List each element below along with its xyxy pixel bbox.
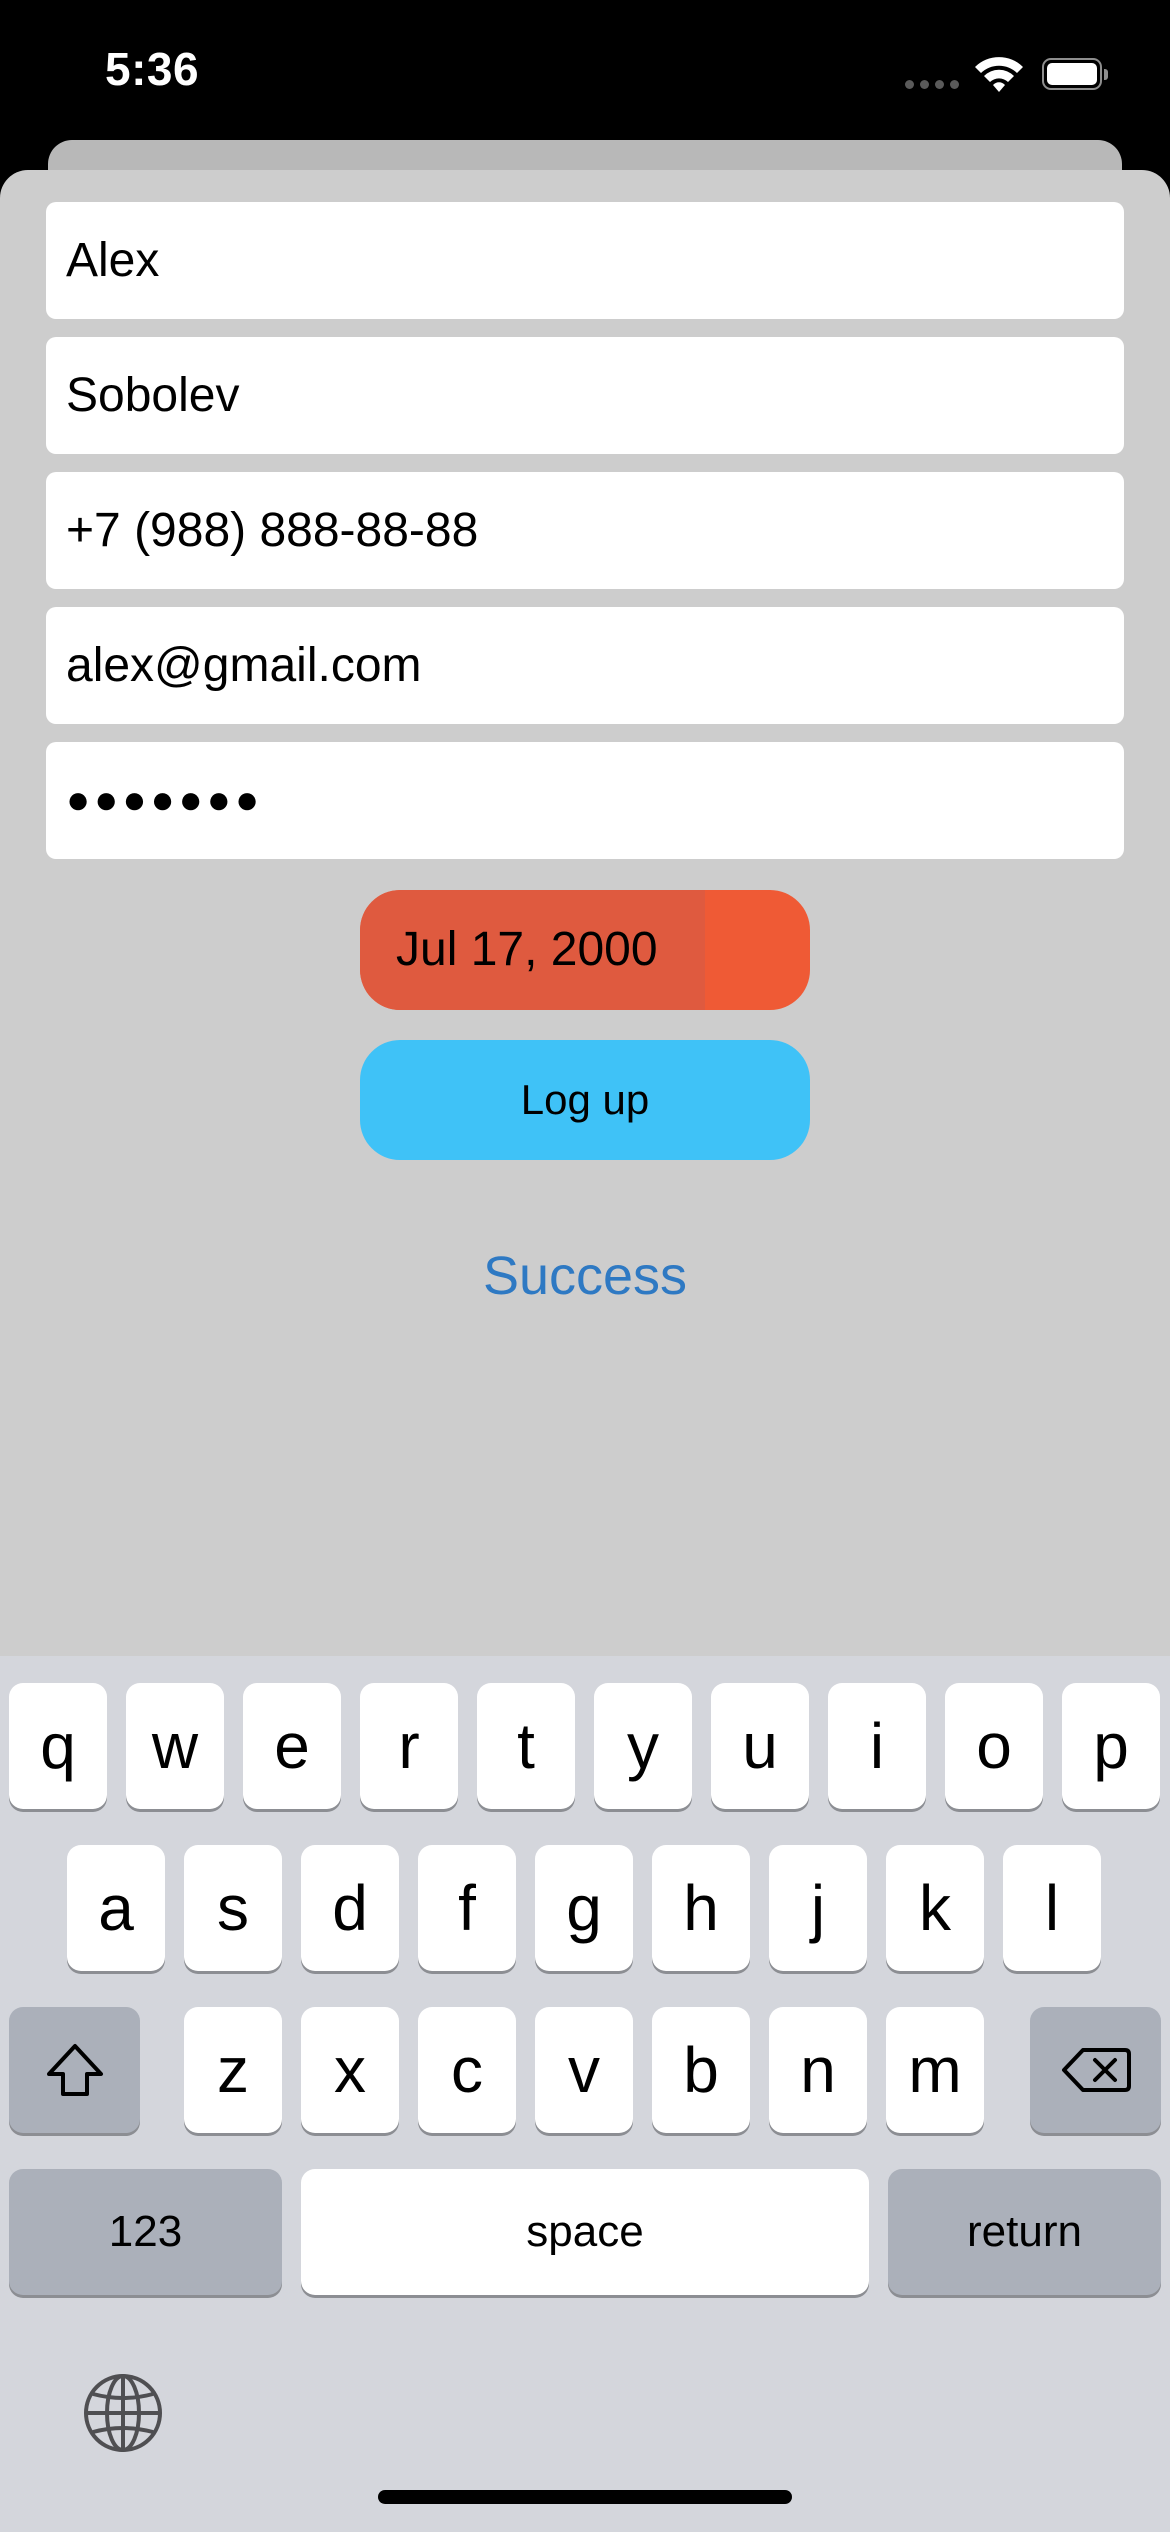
cellular-signal-icon bbox=[905, 80, 959, 90]
first-name-field[interactable]: Alex bbox=[46, 202, 1124, 319]
globe-icon[interactable] bbox=[82, 2372, 164, 2454]
battery-icon bbox=[1042, 58, 1112, 92]
key-c[interactable]: c bbox=[418, 2007, 516, 2133]
key-d[interactable]: d bbox=[301, 1845, 399, 1971]
key-y[interactable]: y bbox=[594, 1683, 692, 1809]
key-q[interactable]: q bbox=[9, 1683, 107, 1809]
key-k[interactable]: k bbox=[886, 1845, 984, 1971]
key-r[interactable]: r bbox=[360, 1683, 458, 1809]
key-s[interactable]: s bbox=[184, 1845, 282, 1971]
key-h[interactable]: h bbox=[652, 1845, 750, 1971]
wifi-icon bbox=[973, 54, 1025, 94]
home-indicator bbox=[378, 2490, 792, 2504]
key-b[interactable]: b bbox=[652, 2007, 750, 2133]
delete-icon bbox=[1061, 2046, 1131, 2094]
last-name-field[interactable]: Sobolev bbox=[46, 337, 1124, 454]
key-g[interactable]: g bbox=[535, 1845, 633, 1971]
key-f[interactable]: f bbox=[418, 1845, 516, 1971]
status-message: Success bbox=[482, 1246, 688, 1306]
space-key[interactable]: space bbox=[301, 2169, 869, 2295]
password-field[interactable]: ●●●●●●● bbox=[46, 742, 1124, 859]
delete-key[interactable] bbox=[1030, 2007, 1161, 2133]
date-picker-label: Jul 17, 2000 bbox=[396, 923, 658, 976]
key-p[interactable]: p bbox=[1062, 1683, 1160, 1809]
key-w[interactable]: w bbox=[126, 1683, 224, 1809]
log-up-button[interactable]: Log up bbox=[360, 1040, 810, 1160]
phone-field[interactable]: +7 (988) 888-88-88 bbox=[46, 472, 1124, 589]
numbers-key[interactable]: 123 bbox=[9, 2169, 282, 2295]
email-field[interactable]: alex@gmail.com bbox=[46, 607, 1124, 724]
shift-icon bbox=[45, 2042, 105, 2098]
return-key[interactable]: return bbox=[888, 2169, 1161, 2295]
key-t[interactable]: t bbox=[477, 1683, 575, 1809]
key-o[interactable]: o bbox=[945, 1683, 1043, 1809]
birth-date-picker[interactable]: Jul 17, 2000 bbox=[360, 890, 810, 1010]
key-x[interactable]: x bbox=[301, 2007, 399, 2133]
key-l[interactable]: l bbox=[1003, 1845, 1101, 1971]
key-a[interactable]: a bbox=[67, 1845, 165, 1971]
key-m[interactable]: m bbox=[886, 2007, 984, 2133]
key-z[interactable]: z bbox=[184, 2007, 282, 2133]
key-u[interactable]: u bbox=[711, 1683, 809, 1809]
key-e[interactable]: e bbox=[243, 1683, 341, 1809]
key-v[interactable]: v bbox=[535, 2007, 633, 2133]
status-time: 5:36 bbox=[105, 43, 200, 95]
shift-key[interactable] bbox=[9, 2007, 140, 2133]
key-n[interactable]: n bbox=[769, 2007, 867, 2133]
key-i[interactable]: i bbox=[828, 1683, 926, 1809]
key-j[interactable]: j bbox=[769, 1845, 867, 1971]
